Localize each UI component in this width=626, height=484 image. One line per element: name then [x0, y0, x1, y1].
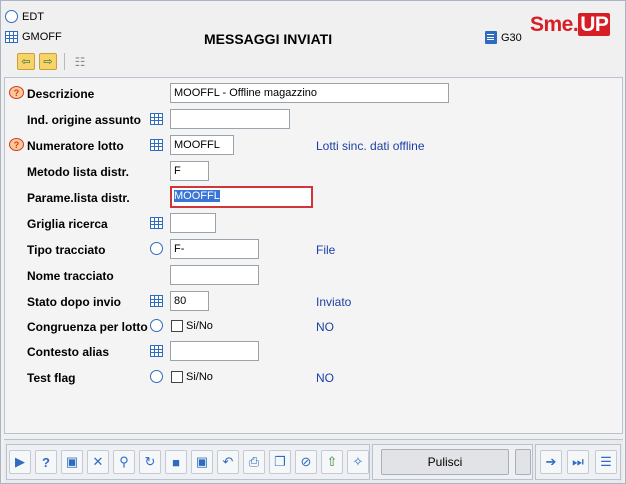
g30-label: G30	[501, 31, 522, 44]
tipo-tracciato-note: File	[316, 243, 336, 257]
nome-tracciato-label: Nome tracciato	[27, 269, 114, 283]
page-title: MESSAGGI INVIATI	[204, 31, 333, 47]
edt-row: EDT	[5, 10, 44, 23]
parame-label: Parame.lista distr.	[27, 191, 130, 205]
print-icon[interactable]: ⎙	[243, 450, 265, 474]
undo-icon[interactable]: ↶	[217, 450, 239, 474]
window-frame: EDT GMOFF MESSAGGI INVIATI G30 Sme.UP ⇦ …	[0, 0, 626, 484]
cancel-icon[interactable]: ⊘	[295, 450, 317, 474]
checkbox-box[interactable]	[171, 371, 183, 383]
gmoff-label: GMOFF	[22, 31, 62, 43]
required-icon: ?	[9, 86, 24, 99]
circle-icon[interactable]	[150, 242, 163, 255]
congruenza-check-label: Si/No	[186, 320, 213, 332]
circle-icon	[5, 10, 18, 23]
required-icon: ?	[9, 138, 24, 151]
griglia-field[interactable]	[170, 213, 216, 233]
stato-field[interactable]: 80	[170, 291, 209, 311]
refresh-icon[interactable]: ↻	[139, 450, 161, 474]
search-icon[interactable]: ⚲	[113, 450, 135, 474]
test-flag-checkbox[interactable]: Si/No	[171, 371, 213, 383]
test-flag-label: Test flag	[27, 371, 76, 385]
play-icon[interactable]: ▶	[9, 450, 31, 474]
toolbar-separator	[64, 53, 65, 70]
form-panel: ? Descrizione MOOFFL - Offline magazzino…	[4, 77, 623, 434]
extra-button[interactable]	[515, 449, 531, 475]
descrizione-field[interactable]: MOOFFL - Offline magazzino	[170, 83, 449, 103]
next-icon[interactable]: ⇨	[39, 53, 57, 70]
parame-field[interactable]: MOOFFL	[170, 186, 313, 208]
save-icon[interactable]: ■	[165, 450, 187, 474]
numeratore-label: Numeratore lotto	[27, 139, 124, 153]
document-icon	[485, 31, 497, 44]
numeratore-field[interactable]: MOOFFL	[170, 135, 234, 155]
skip-end-icon[interactable]: ⏭	[567, 450, 589, 474]
test-flag-check-label: Si/No	[186, 371, 213, 383]
g30-indicator: G30	[485, 31, 522, 44]
contesto-field[interactable]	[170, 341, 259, 361]
grid-icon	[5, 31, 18, 43]
grid-icon[interactable]	[150, 295, 163, 307]
bottom-toolbar: ▶ ? ▣ ✕ ⚲ ↻ ■ ▣ ↶ ⎙ ❐ ⊘ ⇧ ✧ Pulisci ➔ ⏭ …	[4, 439, 623, 483]
wand-icon[interactable]: ✧	[347, 450, 369, 474]
ind-origine-label: Ind. origine assunto	[27, 113, 142, 127]
stato-note: Inviato	[316, 295, 352, 309]
parame-selected-text: MOOFFL	[174, 190, 220, 202]
edt-label: EDT	[22, 10, 44, 23]
congruenza-label: Congruenza per lotto	[27, 320, 148, 334]
griglia-label: Griglia ricerca	[27, 217, 108, 231]
copy-icon[interactable]: ❐	[269, 450, 291, 474]
upload-icon[interactable]: ⇧	[321, 450, 343, 474]
grid-icon[interactable]	[150, 217, 163, 229]
smeup-logo: Sme.UP	[530, 13, 611, 37]
metodo-field[interactable]: F	[170, 161, 209, 181]
grid-icon[interactable]	[150, 345, 163, 357]
stato-label: Stato dopo invio	[27, 295, 121, 309]
save-all-icon[interactable]: ▣	[191, 450, 213, 474]
action-group: ▶ ? ▣ ✕ ⚲ ↻ ■ ▣ ↶ ⎙ ❐ ⊘ ⇧ ✧	[6, 444, 370, 480]
help-icon[interactable]: ?	[35, 450, 57, 474]
tree-icon[interactable]: ☷	[72, 54, 88, 70]
descrizione-label: Descrizione	[27, 87, 95, 101]
numeratore-note: Lotti sinc. dati offline	[316, 139, 425, 153]
list-icon[interactable]: ☰	[595, 450, 617, 474]
checkbox-box[interactable]	[171, 320, 183, 332]
pulisci-button[interactable]: Pulisci	[381, 449, 509, 475]
metodo-label: Metodo lista distr.	[27, 165, 130, 179]
test-flag-note: NO	[316, 371, 334, 385]
congruenza-note: NO	[316, 320, 334, 334]
tipo-tracciato-label: Tipo tracciato	[27, 243, 106, 257]
logo-main: Sme	[530, 13, 573, 36]
tipo-tracciato-field[interactable]: F-	[170, 239, 259, 259]
ind-origine-field[interactable]	[170, 109, 290, 129]
top-toolbar: ⇦ ⇨ ☷	[17, 53, 88, 70]
circle-icon[interactable]	[150, 319, 163, 332]
gmoff-row: GMOFF	[5, 31, 62, 43]
close-icon[interactable]: ✕	[87, 450, 109, 474]
nome-tracciato-field[interactable]	[170, 265, 259, 285]
grid-icon[interactable]	[150, 139, 163, 151]
circle-icon[interactable]	[150, 370, 163, 383]
logo-up: UP	[578, 13, 611, 36]
arrow-right-icon[interactable]: ➔	[540, 450, 562, 474]
terminal-icon[interactable]: ▣	[61, 450, 83, 474]
congruenza-checkbox[interactable]: Si/No	[171, 320, 213, 332]
contesto-label: Contesto alias	[27, 345, 110, 359]
navigation-group: ➔ ⏭ ☰	[535, 444, 621, 480]
previous-icon[interactable]: ⇦	[17, 53, 35, 70]
grid-icon[interactable]	[150, 113, 163, 125]
